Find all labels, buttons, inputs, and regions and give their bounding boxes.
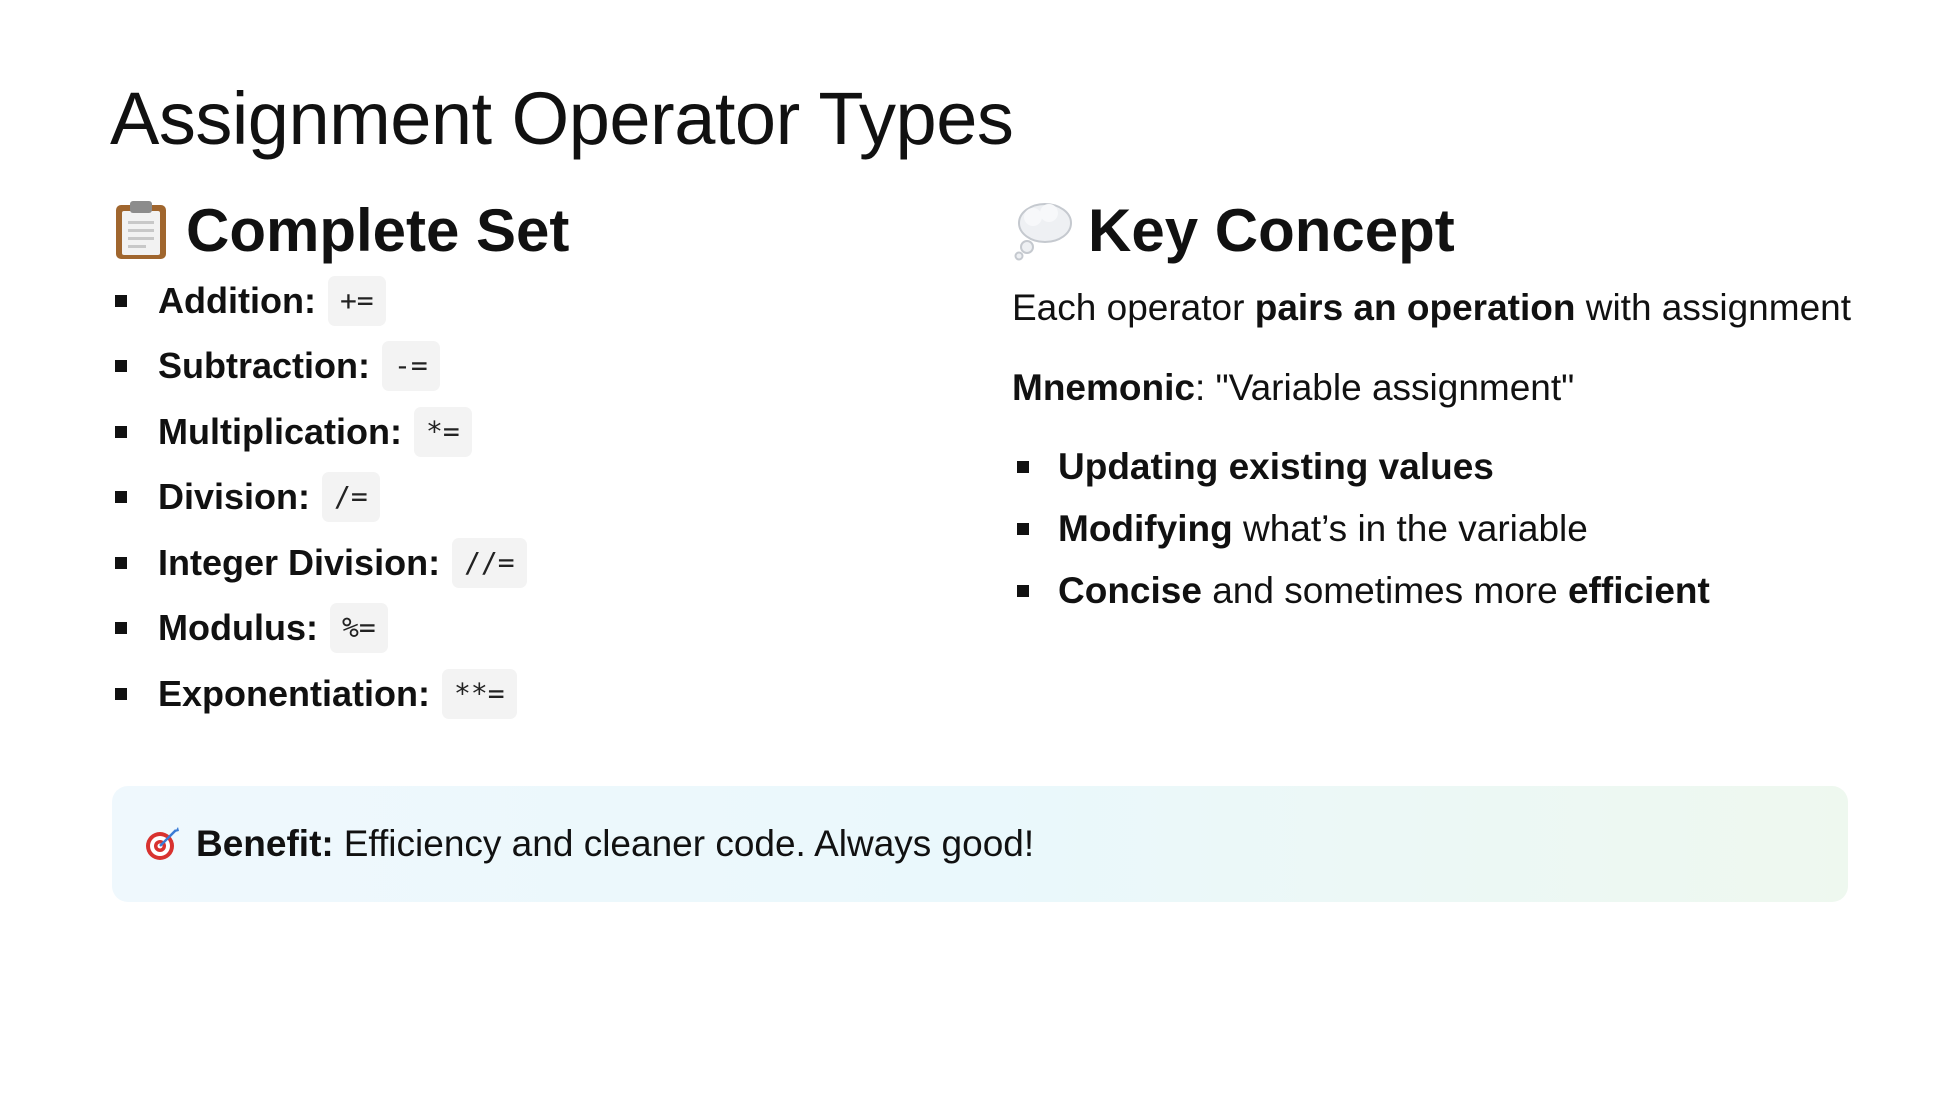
bullet-marker — [115, 294, 127, 307]
complete-set-heading: Complete Set — [110, 192, 970, 268]
operator-name: Exponentiation — [158, 672, 418, 714]
operator-name: Modulus — [158, 607, 306, 649]
bullet-marker — [115, 360, 127, 373]
concept-point-rest: what’s in the variable — [1232, 508, 1588, 549]
slide: Assignment Operator Types Complete Set A… — [0, 0, 1960, 1104]
benefit-label: Benefit: — [196, 823, 334, 864]
mnemonic-line: Mnemonic: "Variable assignment" — [1012, 366, 1872, 410]
concept-point-rest: and sometimes more — [1201, 570, 1568, 611]
concept-point-bold-end: efficient — [1567, 570, 1710, 611]
operator-name: Integer Division — [158, 541, 429, 583]
operator-code: %= — [329, 603, 388, 654]
operator-code: -= — [382, 341, 440, 392]
mnemonic-text: : "Variable assignment" — [1194, 367, 1575, 408]
mnemonic-label: Mnemonic — [1012, 367, 1195, 408]
list-item: Subtraction: -= — [110, 334, 970, 400]
thought-bubble-icon — [1012, 199, 1074, 261]
bullet-marker — [115, 491, 127, 504]
clipboard-icon — [110, 199, 172, 261]
operator-name: Subtraction — [158, 345, 359, 387]
list-item: Exponentiation: **= — [110, 661, 970, 727]
operator-colon: : — [305, 607, 318, 649]
list-item: Concise and sometimes more efficient — [1012, 560, 1872, 622]
page-title: Assignment Operator Types — [110, 77, 1014, 160]
list-item: Addition: += — [110, 268, 970, 334]
benefit-text: Efficiency and cleaner code. Always good… — [343, 823, 1035, 864]
concept-point-bold: Updating existing values — [1058, 446, 1494, 487]
list-item: Modulus: %= — [110, 596, 970, 662]
operator-name: Multiplication — [158, 410, 390, 452]
concept-description-post: with assignment — [1575, 287, 1852, 328]
benefit-callout: Benefit: Efficiency and cleaner code. Al… — [112, 786, 1848, 902]
concept-point-text: Modifying what’s in the variable — [1058, 508, 1588, 550]
bullet-marker — [115, 425, 127, 438]
operator-name: Division — [158, 476, 299, 518]
operator-code: /= — [322, 472, 380, 523]
concept-description: Each operator pairs an operation with as… — [1012, 286, 1872, 330]
list-item: Modifying what’s in the variable — [1012, 498, 1872, 560]
bullet-marker — [115, 622, 127, 635]
key-concept-section: Key Concept Each operator pairs an opera… — [1012, 192, 1872, 622]
operator-colon: : — [358, 345, 371, 387]
operator-colon: : — [418, 672, 430, 714]
bullet-marker — [1017, 585, 1029, 597]
operator-code: *= — [413, 406, 472, 457]
concept-description-pre: Each operator — [1012, 287, 1255, 328]
target-icon — [142, 824, 182, 864]
operator-list: Addition: += Subtraction: -= Multiplication:… — [110, 268, 970, 727]
list-item: Updating existing values — [1012, 436, 1872, 498]
list-item: Division: /= — [110, 465, 970, 531]
operator-colon: : — [389, 410, 402, 452]
concept-point-text: Concise and sometimes more efficient — [1058, 570, 1710, 612]
operator-colon: : — [428, 541, 441, 583]
bullet-marker — [115, 556, 127, 569]
list-item: Multiplication: *= — [110, 399, 970, 465]
bullet-marker — [115, 687, 127, 700]
list-item: Integer Division: //= — [110, 530, 970, 596]
operator-code: += — [327, 275, 386, 326]
bullet-marker — [1017, 461, 1029, 473]
complete-set-heading-text: Complete Set — [186, 196, 570, 264]
complete-set-section: Complete Set Addition: += Subtraction: -= Mu… — [110, 192, 970, 727]
concept-point-bold: Modifying — [1058, 508, 1233, 549]
operator-colon: : — [303, 279, 316, 321]
concept-point-bold: Concise — [1058, 570, 1202, 611]
operator-code: //= — [452, 537, 527, 588]
bullet-marker — [1017, 523, 1029, 535]
key-concept-heading: Key Concept — [1012, 192, 1872, 268]
operator-code: **= — [442, 668, 517, 719]
concept-point-text: Updating existing values — [1058, 446, 1494, 488]
concept-description-bold: pairs an operation — [1254, 287, 1576, 328]
operator-colon: : — [298, 476, 311, 518]
operator-name: Addition — [158, 279, 304, 321]
key-concept-heading-text: Key Concept — [1088, 196, 1455, 264]
concept-points-list: Updating existing values Modifying what’s… — [1012, 436, 1872, 622]
